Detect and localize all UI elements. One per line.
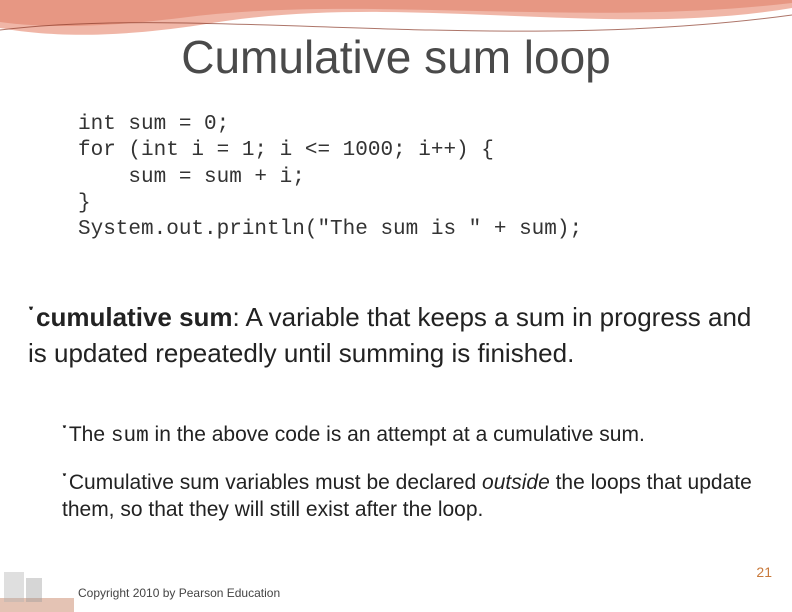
code-example: int sum = 0; for (int i = 1; i <= 1000; … (78, 112, 582, 243)
definition-paragraph: ་cumulative sum: A variable that keeps a… (28, 300, 768, 370)
sub-bullet-2-pre: Cumulative sum variables must be declare… (69, 471, 482, 494)
copyright-text: Copyright 2010 by Pearson Education (78, 586, 280, 600)
bullet-icon: ་ (28, 302, 34, 333)
bullet-icon: ་ (62, 468, 67, 494)
slide-title: Cumulative sum loop (0, 30, 792, 84)
sub-bullet-1-pre: The (69, 423, 111, 446)
page-number: 21 (756, 564, 772, 580)
bullet-icon: ་ (62, 420, 67, 446)
sub-bullet-1: ་The sum in the above code is an attempt… (28, 418, 768, 450)
inline-code-sum: sum (111, 425, 149, 448)
footer-graphic (0, 568, 74, 612)
italic-outside: outside (482, 471, 550, 494)
sub-bullet-1-post: in the above code is an attempt at a cum… (149, 423, 645, 446)
definition-term: cumulative sum (36, 302, 233, 332)
sub-bullet-2: ་Cumulative sum variables must be declar… (28, 466, 768, 524)
